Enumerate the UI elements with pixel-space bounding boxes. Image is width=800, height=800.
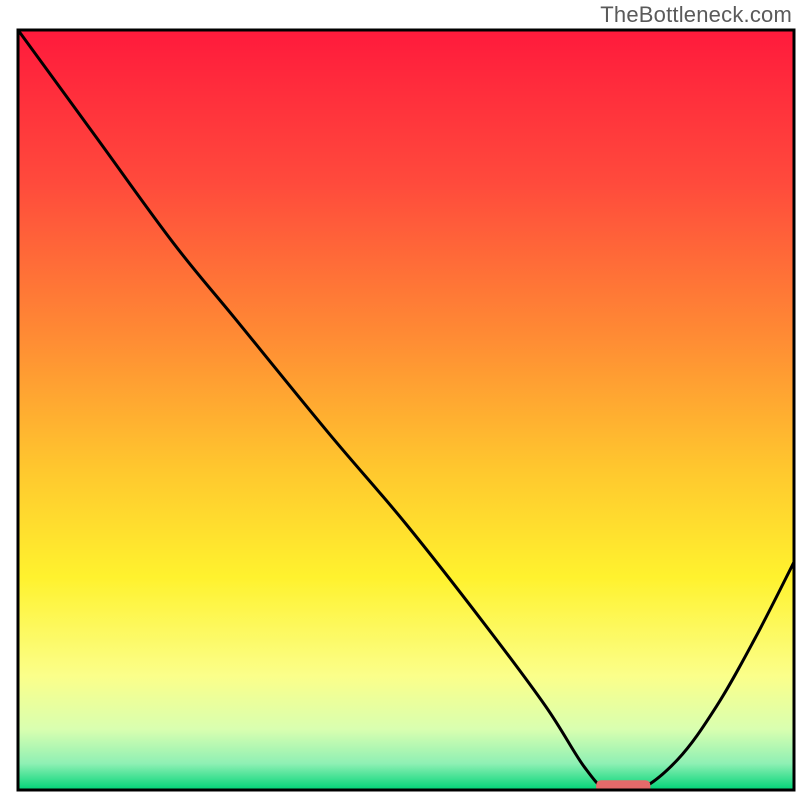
gradient-background [18, 30, 794, 790]
bottleneck-chart [0, 0, 800, 800]
watermark-label: TheBottleneck.com [600, 2, 792, 28]
chart-stage: TheBottleneck.com [0, 0, 800, 800]
